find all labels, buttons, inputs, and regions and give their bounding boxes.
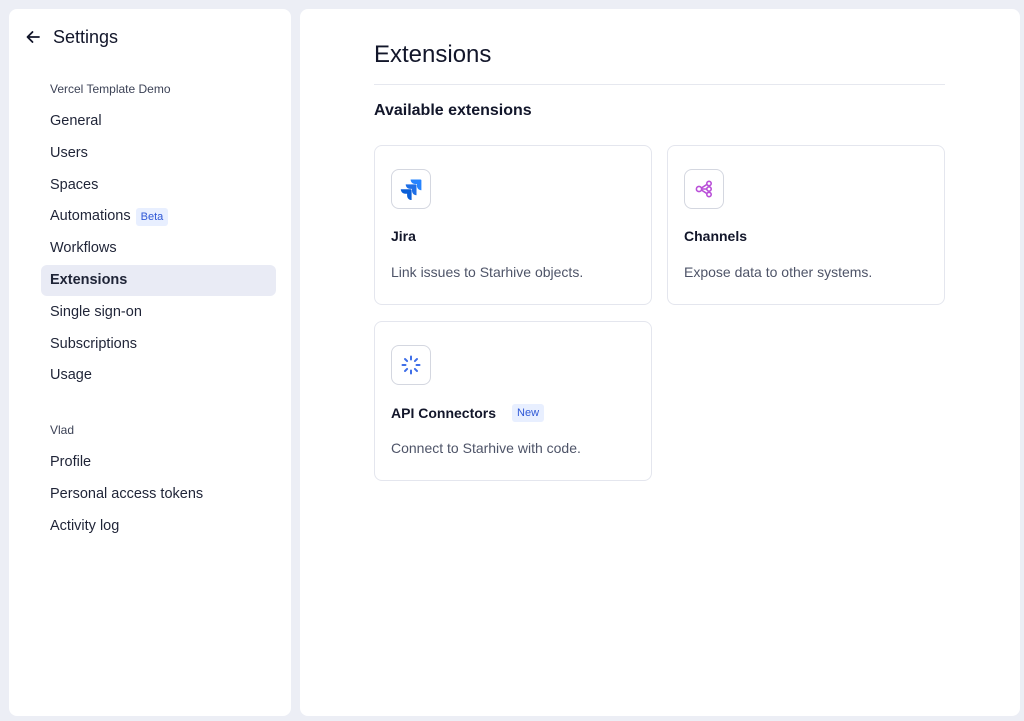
nav-group-label: Vlad [50,423,75,437]
title-divider [374,84,945,85]
settings-back-link[interactable]: Settings [25,25,118,49]
arrow-left-icon[interactable] [25,29,41,45]
extension-card-api-connectors[interactable]: API Connectors New Connect to Starhive w… [374,321,652,481]
extensions-panel: Extensions Available extensions Jira Lin… [300,9,1020,716]
sidebar-item-activity-log[interactable]: Activity log [41,511,276,542]
sidebar-item-subscriptions[interactable]: Subscriptions [41,329,276,360]
page-title: Extensions [374,41,492,68]
extension-name: API Connectors New [391,404,545,422]
nav-group-workspace: Vercel Template Demo General Users Space… [41,80,276,392]
sidebar-item-users[interactable]: Users [41,138,276,169]
sidebar-item-workflows[interactable]: Workflows [41,233,276,264]
extension-card-jira[interactable]: Jira Link issues to Starhive objects. [374,145,652,305]
api-connector-icon [391,345,431,385]
settings-title: Settings [53,26,119,47]
sidebar-item-usage[interactable]: Usage [41,360,276,391]
sidebar-item-extensions[interactable]: Extensions [41,264,276,296]
sidebar-item-general[interactable]: General [41,106,276,137]
sidebar-item-personal-access-tokens[interactable]: Personal access tokens [41,479,276,510]
extension-description: Link issues to Starhive objects. [391,264,584,280]
extension-name: Jira [391,228,416,244]
sidebar-item-profile[interactable]: Profile [41,447,276,478]
extension-name: Channels [684,228,748,244]
nav-group-label: Vercel Template Demo [50,82,171,96]
new-badge: New [512,404,545,422]
beta-badge: Beta [135,207,169,226]
extension-description: Connect to Starhive with code. [391,440,581,456]
extension-description: Expose data to other systems. [684,264,873,280]
settings-sidebar: Settings Vercel Template Demo General Us… [9,9,291,716]
sidebar-item-automations[interactable]: Automations Beta [41,201,276,232]
sidebar-item-single-sign-on[interactable]: Single sign-on [41,297,276,328]
jira-icon [391,169,431,209]
extension-card-channels[interactable]: Channels Expose data to other systems. [667,145,945,305]
sidebar-item-spaces[interactable]: Spaces [41,170,276,201]
nav-group-user: Vlad Profile Personal access tokens Acti… [41,421,276,542]
share-nodes-icon [684,169,724,209]
section-title: Available extensions [374,102,532,119]
